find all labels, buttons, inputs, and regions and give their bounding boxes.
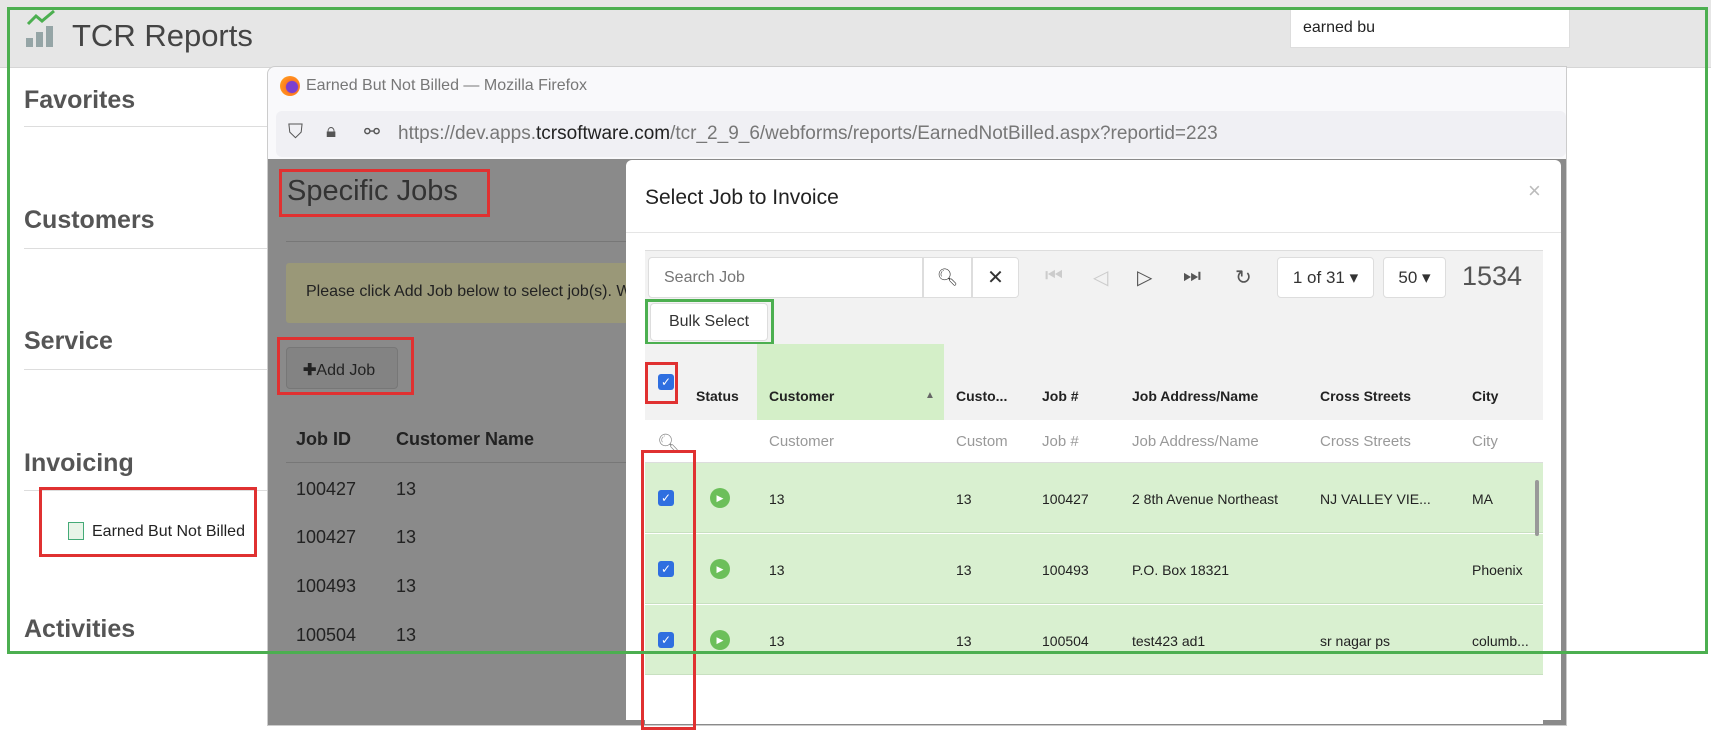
highlight-box [7, 7, 1708, 654]
